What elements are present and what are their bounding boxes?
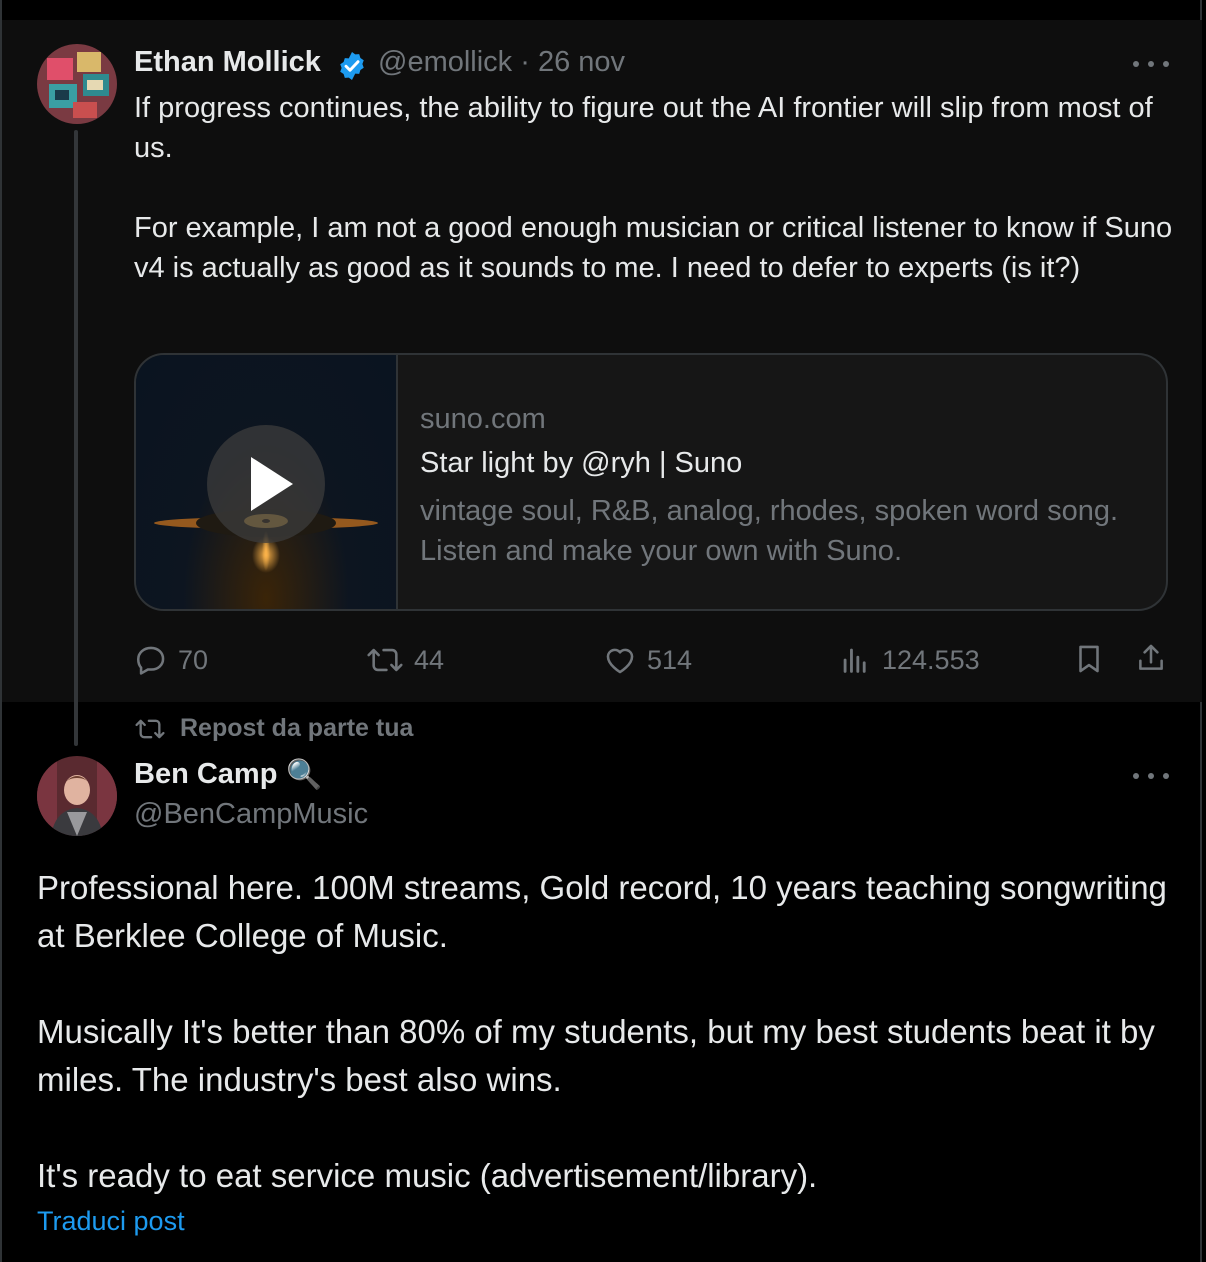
repost-indicator-label: Repost da parte tua	[180, 714, 414, 742]
repost-count: 44	[414, 644, 445, 675]
bookmark-button[interactable]	[1072, 641, 1106, 677]
avatar-ben-camp[interactable]	[37, 756, 117, 836]
play-button[interactable]	[207, 425, 325, 543]
views-chart-icon	[843, 648, 866, 673]
bookmark-icon	[1079, 645, 1099, 673]
play-icon	[251, 457, 293, 511]
link-card[interactable]: suno.com Star light by @ryh | Suno vinta…	[134, 353, 1168, 611]
views-button[interactable]: 124.553	[838, 640, 980, 680]
like-button[interactable]: 514	[603, 640, 692, 680]
heart-icon	[606, 648, 634, 674]
verified-badge-icon	[336, 50, 368, 82]
card-title: Star light by @ryh | Suno	[420, 447, 743, 479]
handle-text[interactable]: @emollick	[378, 46, 512, 78]
reply-button[interactable]: 70	[134, 640, 208, 680]
card-description: vintage soul, R&B, analog, rhodes, spoke…	[420, 495, 1119, 567]
author-name[interactable]: Ben Camp	[134, 758, 277, 791]
separator-dot: ·	[520, 46, 530, 78]
tweet-text: If progress continues, the ability to fi…	[134, 92, 1173, 284]
share-icon	[1139, 644, 1163, 670]
thread-connector	[74, 130, 78, 746]
tweet-date[interactable]: 26 nov	[538, 46, 625, 78]
avatar-ethan-mollick[interactable]	[37, 44, 117, 124]
author-handle[interactable]: @BenCampMusic	[134, 798, 368, 831]
views-count: 124.553	[882, 644, 980, 675]
reply-icon	[136, 646, 165, 675]
card-domain: suno.com	[420, 403, 546, 435]
magnifier-emoji: 🔍	[286, 759, 323, 791]
card-thumbnail[interactable]	[136, 355, 398, 609]
more-options-button[interactable]	[1133, 54, 1169, 74]
translate-post-link[interactable]: Traduci post	[37, 1206, 185, 1237]
repost-icon	[135, 719, 165, 738]
repost-button[interactable]: 44	[366, 640, 444, 680]
tweet-text: Professional here. 100M streams, Gold re…	[37, 869, 1167, 1194]
author-handle[interactable]: @emollick · 26 nov	[378, 46, 625, 79]
repost-indicator: Repost da parte tua	[134, 714, 413, 743]
like-count: 514	[647, 644, 693, 675]
repost-icon	[367, 648, 403, 672]
more-options-button[interactable]	[1133, 766, 1169, 786]
share-button[interactable]	[1134, 640, 1168, 676]
author-name[interactable]: Ethan Mollick	[134, 46, 321, 79]
reply-count: 70	[178, 644, 209, 675]
